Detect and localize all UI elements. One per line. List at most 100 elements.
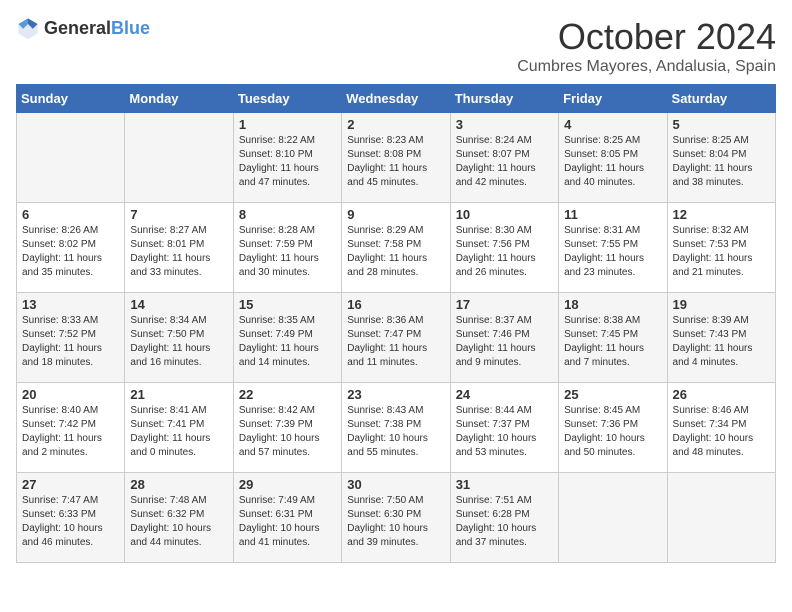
calendar-cell: 19 Sunrise: 8:39 AMSunset: 7:43 PMDayligh… — [667, 293, 775, 383]
day-number: 11 — [564, 207, 661, 222]
logo-blue: Blue — [111, 18, 150, 38]
day-number: 12 — [673, 207, 770, 222]
day-number: 21 — [130, 387, 227, 402]
day-info: Sunrise: 8:44 AMSunset: 7:37 PMDaylight:… — [456, 404, 553, 460]
column-header-tuesday: Tuesday — [233, 85, 341, 113]
week-row-3: 13 Sunrise: 8:33 AMSunset: 7:52 PMDayligh… — [17, 293, 776, 383]
day-info: Sunrise: 8:36 AMSunset: 7:47 PMDaylight:… — [347, 314, 444, 370]
calendar-cell: 1 Sunrise: 8:22 AMSunset: 8:10 PMDaylight… — [233, 113, 341, 203]
day-number: 31 — [456, 477, 553, 492]
page-header: GeneralBlue October 2024 Cumbres Mayores… — [16, 16, 776, 76]
day-info: Sunrise: 8:23 AMSunset: 8:08 PMDaylight:… — [347, 134, 444, 190]
day-number: 6 — [22, 207, 119, 222]
day-info: Sunrise: 8:46 AMSunset: 7:34 PMDaylight:… — [673, 404, 770, 460]
calendar-cell: 22Sunrise: 8:42 AMSunset: 7:39 PMDayligh… — [233, 383, 341, 473]
day-number: 10 — [456, 207, 553, 222]
day-number: 14 — [130, 297, 227, 312]
day-info: Sunrise: 8:40 AMSunset: 7:42 PMDaylight:… — [22, 404, 119, 460]
day-info: Sunrise: 8:45 AMSunset: 7:36 PMDaylight:… — [564, 404, 661, 460]
day-info: Sunrise: 8:33 AMSunset: 7:52 PMDaylight:… — [22, 314, 119, 370]
calendar-cell: 14 Sunrise: 8:34 AMSunset: 7:50 PMDayligh… — [125, 293, 233, 383]
day-number: 29 — [239, 477, 336, 492]
column-header-saturday: Saturday — [667, 85, 775, 113]
day-number: 16 — [347, 297, 444, 312]
day-number: 19 — [673, 297, 770, 312]
calendar-cell: 3 Sunrise: 8:24 AMSunset: 8:07 PMDaylight… — [450, 113, 558, 203]
day-info: Sunrise: 8:24 AMSunset: 8:07 PMDaylight:… — [456, 134, 553, 190]
calendar-cell — [125, 113, 233, 203]
day-info: Sunrise: 8:26 AMSunset: 8:02 PMDaylight:… — [22, 224, 119, 280]
week-row-1: 1 Sunrise: 8:22 AMSunset: 8:10 PMDaylight… — [17, 113, 776, 203]
calendar-cell: 13 Sunrise: 8:33 AMSunset: 7:52 PMDayligh… — [17, 293, 125, 383]
day-number: 3 — [456, 117, 553, 132]
calendar-cell: 24 Sunrise: 8:44 AMSunset: 7:37 PMDayligh… — [450, 383, 558, 473]
calendar-cell: 16 Sunrise: 8:36 AMSunset: 7:47 PMDayligh… — [342, 293, 450, 383]
day-number: 13 — [22, 297, 119, 312]
calendar-cell: 28Sunrise: 7:48 AMSunset: 6:32 PMDayligh… — [125, 473, 233, 563]
logo: GeneralBlue — [16, 16, 150, 40]
day-info: Sunrise: 8:43 AMSunset: 7:38 PMDaylight:… — [347, 404, 444, 460]
day-number: 7 — [130, 207, 227, 222]
calendar-cell — [559, 473, 667, 563]
day-number: 20 — [22, 387, 119, 402]
column-header-monday: Monday — [125, 85, 233, 113]
calendar-cell: 26 Sunrise: 8:46 AMSunset: 7:34 PMDayligh… — [667, 383, 775, 473]
calendar-cell: 12 Sunrise: 8:32 AMSunset: 7:53 PMDayligh… — [667, 203, 775, 293]
calendar-cell: 8 Sunrise: 8:28 AMSunset: 7:59 PMDaylight… — [233, 203, 341, 293]
day-number: 28 — [130, 477, 227, 492]
calendar-cell: 10Sunrise: 8:30 AMSunset: 7:56 PMDayligh… — [450, 203, 558, 293]
calendar-cell: 7Sunrise: 8:27 AMSunset: 8:01 PMDaylight… — [125, 203, 233, 293]
day-number: 1 — [239, 117, 336, 132]
day-info: Sunrise: 8:34 AMSunset: 7:50 PMDaylight:… — [130, 314, 227, 370]
month-year-title: October 2024 — [517, 16, 776, 58]
calendar-cell: 15Sunrise: 8:35 AMSunset: 7:49 PMDayligh… — [233, 293, 341, 383]
calendar-cell: 23 Sunrise: 8:43 AMSunset: 7:38 PMDayligh… — [342, 383, 450, 473]
day-number: 25 — [564, 387, 661, 402]
calendar-cell: 11 Sunrise: 8:31 AMSunset: 7:55 PMDayligh… — [559, 203, 667, 293]
day-number: 4 — [564, 117, 661, 132]
location-subtitle: Cumbres Mayores, Andalusia, Spain — [517, 58, 776, 76]
calendar-body: 1 Sunrise: 8:22 AMSunset: 8:10 PMDaylight… — [17, 113, 776, 563]
day-info: Sunrise: 8:38 AMSunset: 7:45 PMDaylight:… — [564, 314, 661, 370]
day-info: Sunrise: 7:50 AMSunset: 6:30 PMDaylight:… — [347, 494, 444, 550]
day-number: 24 — [456, 387, 553, 402]
day-number: 5 — [673, 117, 770, 132]
column-header-sunday: Sunday — [17, 85, 125, 113]
day-info: Sunrise: 8:32 AMSunset: 7:53 PMDaylight:… — [673, 224, 770, 280]
title-block: October 2024 Cumbres Mayores, Andalusia,… — [517, 16, 776, 76]
calendar-cell — [667, 473, 775, 563]
calendar-cell: 30 Sunrise: 7:50 AMSunset: 6:30 PMDayligh… — [342, 473, 450, 563]
calendar-cell: 6 Sunrise: 8:26 AMSunset: 8:02 PMDaylight… — [17, 203, 125, 293]
calendar-cell: 2Sunrise: 8:23 AMSunset: 8:08 PMDaylight… — [342, 113, 450, 203]
calendar-cell: 31 Sunrise: 7:51 AMSunset: 6:28 PMDayligh… — [450, 473, 558, 563]
day-info: Sunrise: 8:29 AMSunset: 7:58 PMDaylight:… — [347, 224, 444, 280]
day-number: 26 — [673, 387, 770, 402]
calendar-cell: 25 Sunrise: 8:45 AMSunset: 7:36 PMDayligh… — [559, 383, 667, 473]
calendar-cell: 21 Sunrise: 8:41 AMSunset: 7:41 PMDayligh… — [125, 383, 233, 473]
column-header-thursday: Thursday — [450, 85, 558, 113]
day-number: 8 — [239, 207, 336, 222]
day-info: Sunrise: 8:37 AMSunset: 7:46 PMDaylight:… — [456, 314, 553, 370]
day-info: Sunrise: 8:41 AMSunset: 7:41 PMDaylight:… — [130, 404, 227, 460]
week-row-4: 20 Sunrise: 8:40 AMSunset: 7:42 PMDayligh… — [17, 383, 776, 473]
calendar-cell: 20 Sunrise: 8:40 AMSunset: 7:42 PMDayligh… — [17, 383, 125, 473]
day-info: Sunrise: 8:22 AMSunset: 8:10 PMDaylight:… — [239, 134, 336, 190]
calendar-header: SundayMondayTuesdayWednesdayThursdayFrid… — [17, 85, 776, 113]
day-number: 9 — [347, 207, 444, 222]
day-info: Sunrise: 8:25 AMSunset: 8:05 PMDaylight:… — [564, 134, 661, 190]
day-info: Sunrise: 7:47 AMSunset: 6:33 PMDaylight:… — [22, 494, 119, 550]
day-number: 30 — [347, 477, 444, 492]
day-number: 22 — [239, 387, 336, 402]
day-number: 27 — [22, 477, 119, 492]
day-info: Sunrise: 8:31 AMSunset: 7:55 PMDaylight:… — [564, 224, 661, 280]
logo-general: General — [44, 18, 111, 38]
week-row-5: 27 Sunrise: 7:47 AMSunset: 6:33 PMDayligh… — [17, 473, 776, 563]
day-info: Sunrise: 7:49 AMSunset: 6:31 PMDaylight:… — [239, 494, 336, 550]
calendar-cell: 5Sunrise: 8:25 AMSunset: 8:04 PMDaylight… — [667, 113, 775, 203]
week-row-2: 6 Sunrise: 8:26 AMSunset: 8:02 PMDaylight… — [17, 203, 776, 293]
day-info: Sunrise: 8:39 AMSunset: 7:43 PMDaylight:… — [673, 314, 770, 370]
day-info: Sunrise: 8:28 AMSunset: 7:59 PMDaylight:… — [239, 224, 336, 280]
day-info: Sunrise: 7:51 AMSunset: 6:28 PMDaylight:… — [456, 494, 553, 550]
day-number: 23 — [347, 387, 444, 402]
day-number: 15 — [239, 297, 336, 312]
